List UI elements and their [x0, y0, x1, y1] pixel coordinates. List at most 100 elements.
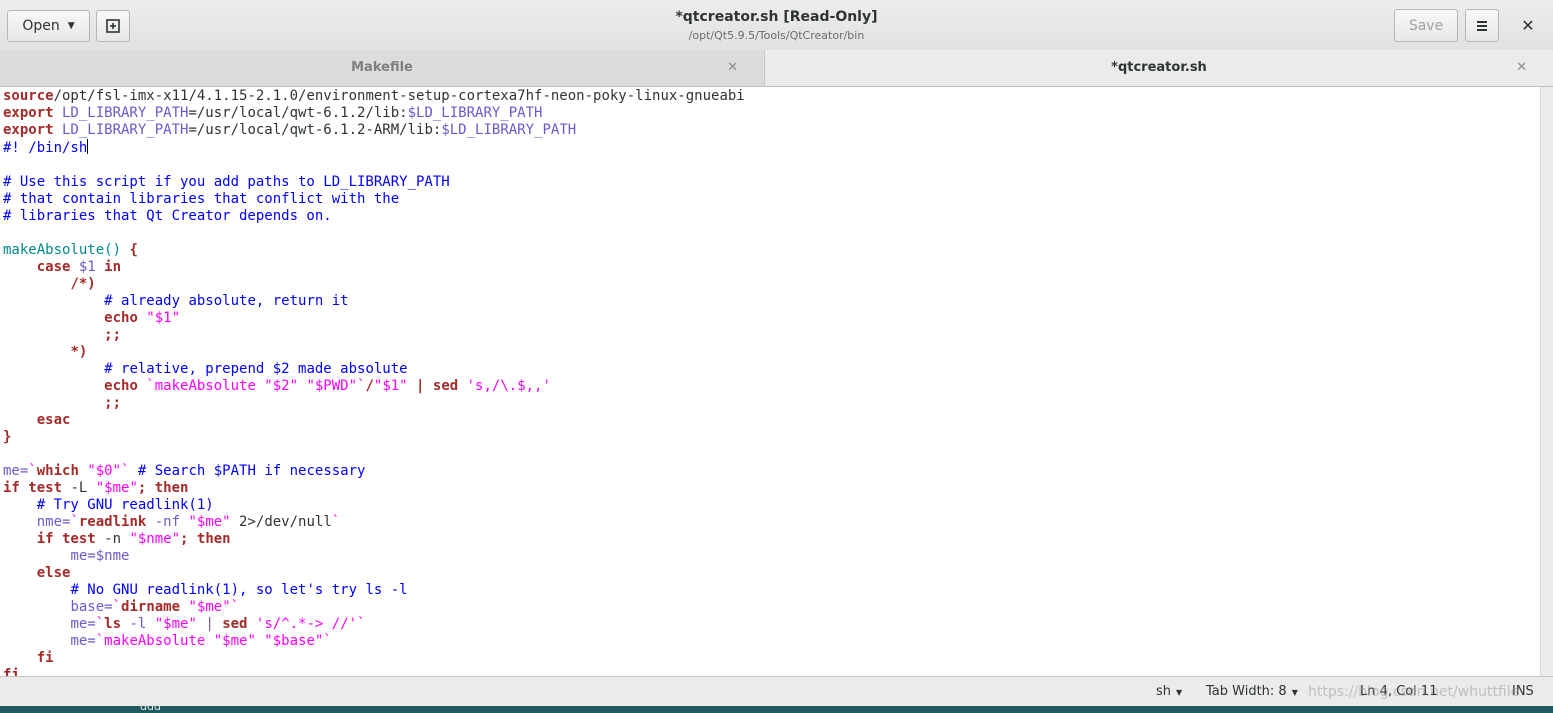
code-token: `	[95, 616, 105, 632]
code-line[interactable]: fi	[3, 650, 1540, 667]
code-line[interactable]: else	[3, 565, 1540, 582]
code-token: `makeAbsolute "$me" "$base"`	[95, 633, 332, 649]
code-line[interactable]: if test -L "$me"; then	[3, 480, 1540, 497]
code-line[interactable]: echo `makeAbsolute "$2" "$PWD"`/"$1" | s…	[3, 378, 1540, 395]
code-line[interactable]: }	[3, 429, 1540, 446]
code-line[interactable]: # already absolute, return it	[3, 293, 1540, 310]
code-line[interactable]: me=$nme	[3, 548, 1540, 565]
code-token: echo	[104, 310, 138, 326]
code-line[interactable]: ;;	[3, 327, 1540, 344]
code-token: 's/^.*-> //'`	[247, 616, 366, 632]
code-token: =/usr/local/qwt-6.1.2/lib:	[188, 105, 408, 121]
code-line[interactable]: echo "$1"	[3, 310, 1540, 327]
language-selector[interactable]: sh ▼	[1156, 677, 1182, 707]
code-token: export	[3, 122, 54, 138]
chevron-down-icon: ▼	[1291, 688, 1298, 697]
code-token: -n	[95, 531, 130, 547]
code-line[interactable]: ;;	[3, 395, 1540, 412]
code-token: me=	[70, 616, 96, 632]
tab-width-selector[interactable]: Tab Width: 8 ▼	[1206, 677, 1298, 707]
code-line[interactable]: makeAbsolute() {	[3, 242, 1540, 259]
code-token: if test	[3, 480, 63, 496]
language-label: sh	[1156, 684, 1172, 699]
menu-button[interactable]	[1465, 9, 1499, 42]
code-line[interactable]: me=`which "$0"` # Search $PATH if necess…	[3, 463, 1540, 480]
code-token: ls	[104, 616, 122, 632]
code-token: me=	[3, 463, 29, 479]
code-token: makeAbsolute()	[3, 242, 130, 258]
code-line[interactable]: source/opt/fsl-imx-x11/4.1.15-2.1.0/envi…	[3, 88, 1540, 105]
vertical-scrollbar[interactable]	[1540, 87, 1553, 676]
code-line[interactable]: fi	[3, 667, 1540, 676]
code-line[interactable]: # No GNU readlink(1), so let's try ls -l	[3, 582, 1540, 599]
code-token: LD_LIBRARY_PATH	[53, 105, 189, 121]
code-text[interactable]: source/opt/fsl-imx-x11/4.1.15-2.1.0/envi…	[0, 87, 1540, 676]
code-line[interactable]: # libraries that Qt Creator depends on.	[3, 208, 1540, 225]
code-line[interactable]: /*)	[3, 276, 1540, 293]
code-line[interactable]: #! /bin/sh	[3, 139, 1540, 157]
code-token: if test	[36, 531, 96, 547]
code-token: me=$nme	[70, 548, 130, 564]
code-line[interactable]: # Use this script if you add paths to LD…	[3, 174, 1540, 191]
code-token: ; then	[137, 480, 189, 496]
code-line[interactable]	[3, 446, 1540, 463]
code-token: $LD_LIBRARY_PATH	[441, 122, 577, 138]
code-line[interactable]: base=`dirname "$me"`	[3, 599, 1540, 616]
code-token: =/usr/local/qwt-6.1.2-ARM/lib:	[188, 122, 442, 138]
code-token: /opt/fsl-imx-x11/4.1.15-2.1.0/environmen…	[53, 88, 745, 104]
code-token: echo	[104, 378, 138, 394]
code-line[interactable]	[3, 225, 1540, 242]
code-token: `makeAbsolute "$2" "$PWD"`	[137, 378, 366, 394]
code-token: $1	[70, 259, 96, 275]
code-line[interactable]: *)	[3, 344, 1540, 361]
code-token: -L	[62, 480, 96, 496]
code-editor[interactable]: source/opt/fsl-imx-x11/4.1.15-2.1.0/envi…	[0, 87, 1540, 676]
code-token: "$nme"	[129, 531, 181, 547]
code-line[interactable]: nme=`readlink -nf "$me" 2>/dev/null`	[3, 514, 1540, 531]
close-window-button[interactable]: ✕	[1516, 14, 1540, 38]
code-token: nme=	[36, 514, 71, 530]
code-token: export	[3, 105, 54, 121]
code-token: | sed	[407, 378, 459, 394]
save-button[interactable]: Save	[1394, 9, 1458, 42]
close-icon[interactable]: ✕	[727, 50, 738, 86]
code-token: $LD_LIBRARY_PATH	[407, 105, 543, 121]
code-line[interactable]: # that contain libraries that conflict w…	[3, 191, 1540, 208]
code-token: 2>/dev/null	[230, 514, 332, 530]
code-line[interactable]: export LD_LIBRARY_PATH=/usr/local/qwt-6.…	[3, 105, 1540, 122]
tab-qtcreator-sh[interactable]: *qtcreator.sh ✕	[764, 50, 1553, 86]
tab-makefile[interactable]: Makefile ✕	[0, 50, 764, 86]
code-token: # that contain libraries that conflict w…	[3, 191, 400, 207]
code-line[interactable]: # relative, prepend $2 made absolute	[3, 361, 1540, 378]
code-token: "$me"	[146, 616, 197, 632]
code-line[interactable]: me=`ls -l "$me" | sed 's/^.*-> //'`	[3, 616, 1540, 633]
code-token: dirname	[121, 599, 181, 615]
code-token: `	[331, 514, 341, 530]
close-icon[interactable]: ✕	[1516, 50, 1527, 86]
code-line[interactable]: case $1 in	[3, 259, 1540, 276]
code-token: # Search $PATH if necessary	[129, 463, 366, 479]
code-token: /	[365, 378, 374, 394]
code-token: else	[36, 565, 71, 581]
code-token: # relative, prepend $2 made absolute	[104, 361, 408, 377]
code-line[interactable]: export LD_LIBRARY_PATH=/usr/local/qwt-6.…	[3, 122, 1540, 139]
code-line[interactable]	[3, 157, 1540, 174]
code-line[interactable]: if test -n "$nme"; then	[3, 531, 1540, 548]
tab-label: *qtcreator.sh	[1111, 60, 1207, 75]
code-line[interactable]: # Try GNU readlink(1)	[3, 497, 1540, 514]
code-line[interactable]: esac	[3, 412, 1540, 429]
code-token: `	[70, 514, 79, 530]
code-token: ;;	[104, 395, 122, 411]
code-line[interactable]: me=`makeAbsolute "$me" "$base"`	[3, 633, 1540, 650]
code-token: `	[112, 599, 122, 615]
code-token: "$1"	[373, 378, 408, 394]
